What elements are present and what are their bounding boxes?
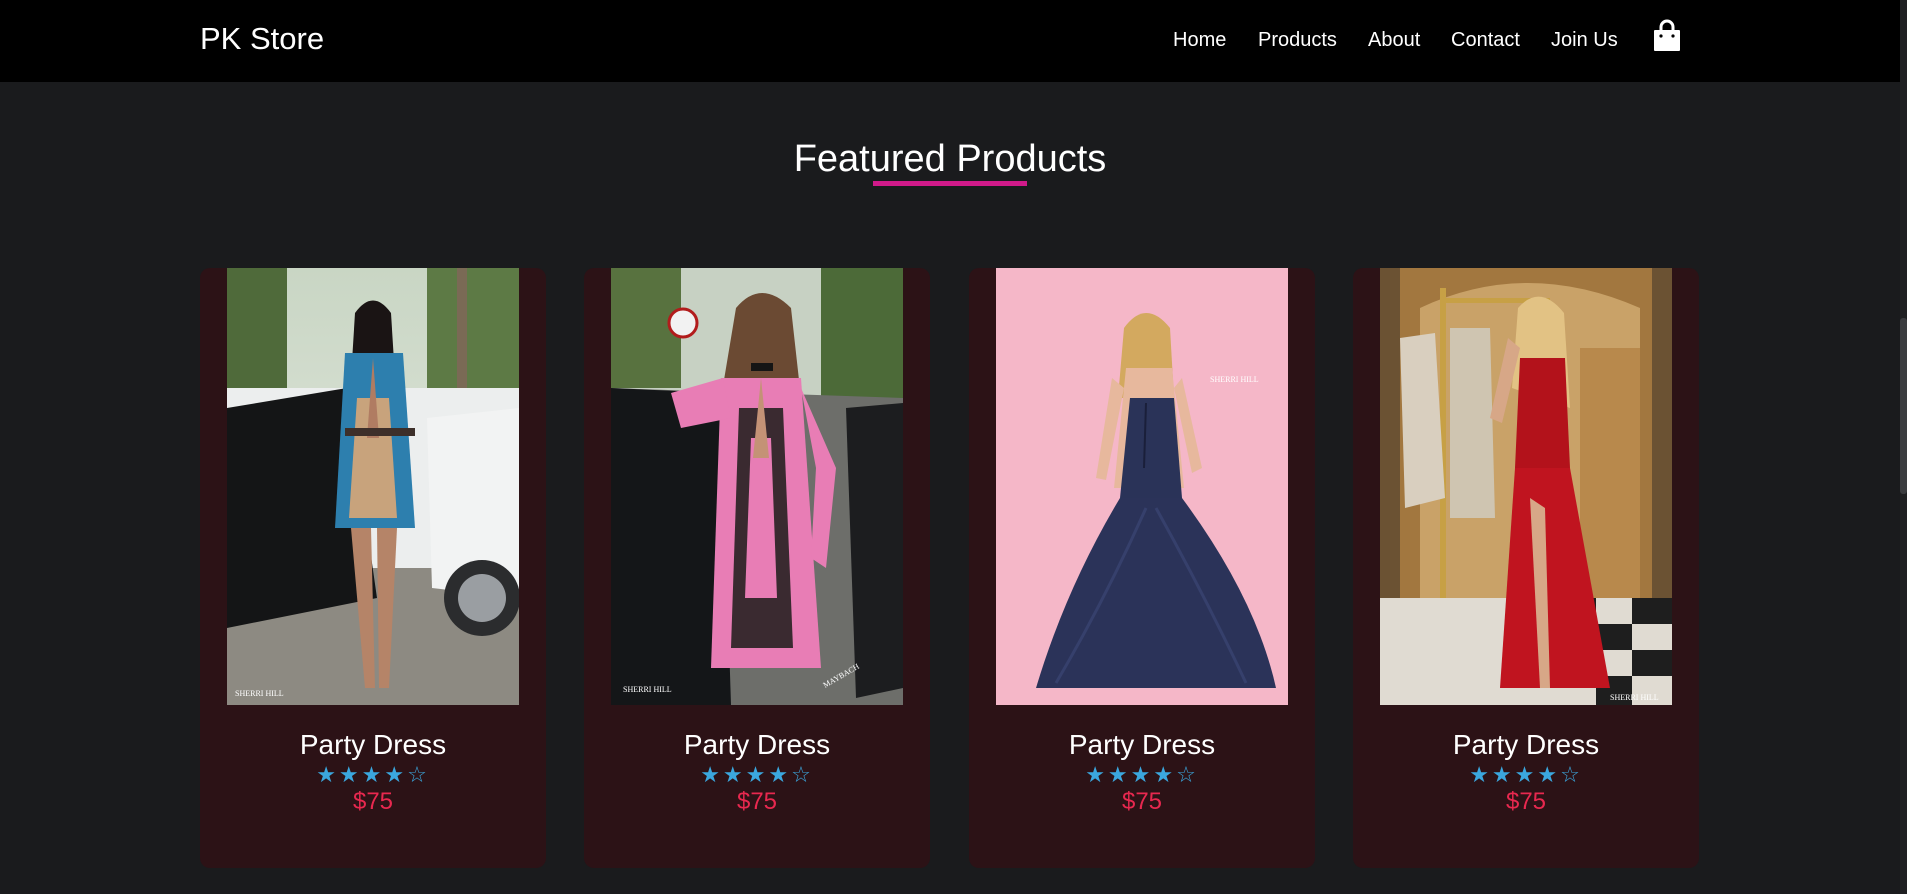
product-card[interactable]: SHERRI HILL Party Dress ★★★★☆ $75 [1353,268,1699,868]
title-underline [873,181,1027,186]
image-watermark: SHERRI HILL [623,685,672,694]
image-watermark: SHERRI HILL [235,689,284,698]
product-price: $75 [1121,788,1163,815]
site-header: PK Store Home Products About Contact Joi… [0,0,1900,82]
brand-logo[interactable]: PK Store [200,19,324,59]
product-name: Party Dress [1068,729,1216,760]
scrollbar-thumb[interactable] [1900,318,1907,494]
image-watermark: SHERRI HILL [1610,693,1659,702]
product-price: $75 [352,788,394,815]
product-price: $75 [736,788,778,815]
product-image[interactable]: SHERRI HILL [227,268,519,705]
product-card[interactable]: SHERRI HILL Party Dress ★★★★☆ $75 [200,268,546,868]
product-name: Party Dress [1452,729,1600,760]
nav-contact[interactable]: Contact [1451,27,1520,53]
product-name: Party Dress [683,729,831,760]
product-image[interactable]: SHERRI HILL MAYBACH [611,268,903,705]
shopping-bag-icon[interactable] [1651,19,1683,53]
nav-home[interactable]: Home [1173,27,1226,53]
nav-products[interactable]: Products [1258,27,1337,53]
product-name: Party Dress [299,729,447,760]
rating-stars: ★★★★☆ [700,762,814,787]
section-title: Featured Products [793,138,1107,180]
nav-join-us[interactable]: Join Us [1551,27,1618,53]
product-image[interactable]: SHERRI HILL [996,268,1288,705]
page: PK Store Home Products About Contact Joi… [0,0,1907,894]
product-card[interactable]: SHERRI HILL MAYBACH Party Dress ★★★★☆ $7… [584,268,930,868]
product-image[interactable]: SHERRI HILL [1380,268,1672,705]
nav-about[interactable]: About [1368,27,1420,53]
image-watermark: SHERRI HILL [1210,375,1259,384]
product-price: $75 [1505,788,1547,815]
product-card[interactable]: SHERRI HILL Party Dress ★★★★☆ $75 [969,268,1315,868]
rating-stars: ★★★★☆ [316,762,430,787]
rating-stars: ★★★★☆ [1085,762,1199,787]
rating-stars: ★★★★☆ [1469,762,1583,787]
